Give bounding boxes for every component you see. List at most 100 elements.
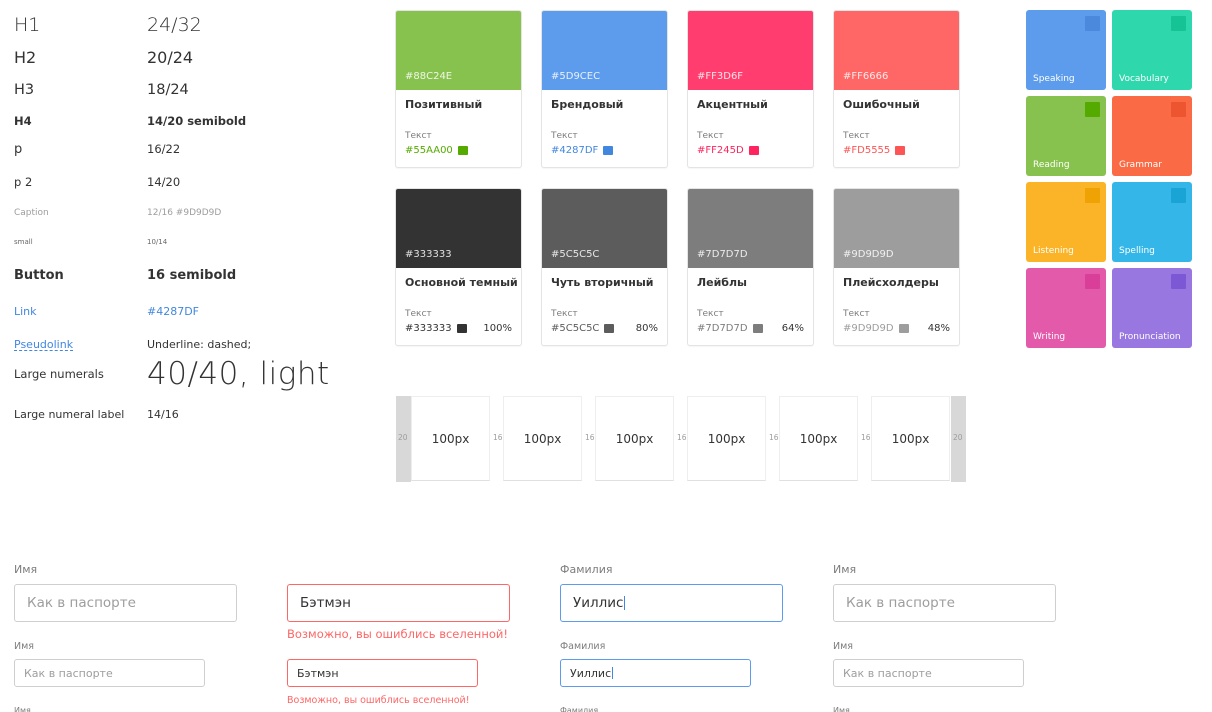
color-card: #7D7D7D Лейблы Текст #7D7D7D 64% [687, 188, 814, 346]
link-sample[interactable]: Link [14, 305, 147, 318]
surname-input-focused-large[interactable]: Уиллис [560, 584, 783, 622]
name-input-empty-small-2[interactable]: Как в паспорте [833, 659, 1024, 687]
color-name: Лейблы [697, 276, 747, 289]
text-color-value: #4287DF [551, 145, 614, 156]
color-card: #88C24E Позитивный Текст #55AA00 [395, 10, 522, 168]
typo-row-h1: H1 24/32 [14, 14, 344, 36]
text-label: Текст [405, 309, 432, 319]
field-label-surname: Фамилия [560, 641, 606, 652]
gap-value: 16 [861, 433, 871, 442]
placeholder-text: Как в паспорте [24, 666, 113, 680]
typo-value: 14/20 [147, 175, 181, 189]
text-hex: #5C5C5C [551, 323, 600, 334]
typo-row-p: p 16/22 [14, 142, 344, 157]
spacing-box: 100px [411, 396, 490, 481]
typo-value: 16/22 [147, 142, 181, 156]
input-value: Уиллис [573, 595, 624, 611]
color-card: #9D9D9D Плейсхолдеры Текст #9D9D9D 48% [833, 188, 960, 346]
field-label-surname: Фамилия [560, 563, 613, 576]
typo-label: Large numerals [14, 367, 104, 381]
gap-value: 16 [769, 433, 779, 442]
swatch-hex: #88C24E [405, 71, 453, 82]
color-card: #333333 Основной темный Текст #333333 100% [395, 188, 522, 346]
typo-label: p 2 [14, 175, 33, 189]
name-input-empty-large[interactable]: Как в паспорте [14, 584, 237, 622]
category-tile-vocabulary[interactable]: Vocabulary [1112, 10, 1192, 90]
typo-row-large-numerals: Large numerals 40/40, light [14, 356, 344, 392]
text-color-value: #FD5555 [843, 145, 906, 156]
typo-value: 14/16 [147, 408, 179, 421]
text-color-value: #333333 [405, 323, 467, 334]
tile-name: Spelling [1119, 246, 1155, 256]
text-color-value: #7D7D7D [697, 323, 763, 334]
spacing-box: 100px [503, 396, 582, 481]
color-card: #5C5C5C Чуть вторичный Текст #5C5C5C 80% [541, 188, 668, 346]
typo-value: 40/40, light [147, 356, 330, 392]
color-chip-icon [748, 146, 759, 155]
category-tile-grammar[interactable]: Grammar [1112, 96, 1192, 176]
typo-row-pseudolink: Pseudolink Underline: dashed; [14, 338, 344, 351]
typo-row-h3: H3 18/24 [14, 82, 344, 98]
opacity-percent: 80% [635, 323, 658, 334]
typo-label: Large numeral label [14, 408, 125, 421]
field-label-name: Имя [833, 641, 853, 652]
color-chip-icon [898, 324, 909, 333]
typo-label: H1 [14, 14, 41, 36]
category-tile-speaking[interactable]: Speaking [1026, 10, 1106, 90]
typo-label: Caption [14, 208, 49, 218]
color-name: Чуть вторичный [551, 276, 654, 289]
name-input-error-small[interactable]: Бэтмэн [287, 659, 478, 687]
opacity-percent: 100% [483, 323, 512, 334]
typo-value: 20/24 [147, 48, 194, 67]
typo-row-p2: p 2 14/20 [14, 175, 344, 189]
text-hex: #FF245D [697, 145, 744, 156]
field-label-name: Имя [14, 706, 31, 712]
typo-label: p [14, 142, 23, 157]
tile-name: Writing [1033, 332, 1066, 342]
tile-name: Grammar [1119, 160, 1162, 170]
typo-row-caption: Caption 12/16 #9D9D9D [14, 208, 344, 218]
color-name: Брендовый [551, 98, 624, 111]
text-hex: #55AA00 [405, 145, 453, 156]
padding-value: 20 [398, 433, 408, 442]
category-tile-pronunciation[interactable]: Pronunciation [1112, 268, 1192, 348]
category-tile-writing[interactable]: Writing [1026, 268, 1106, 348]
text-hex: #7D7D7D [697, 323, 748, 334]
text-label: Текст [697, 131, 724, 141]
text-label: Текст [697, 309, 724, 319]
category-tile-reading[interactable]: Reading [1026, 96, 1106, 176]
text-color-value: #FF245D [697, 145, 759, 156]
typo-value: 10/14 [147, 238, 168, 246]
field-label-name: Имя [14, 641, 34, 652]
pseudolink-sample[interactable]: Pseudolink [14, 338, 147, 351]
color-name: Основной темный [405, 276, 518, 289]
name-input-error-large[interactable]: Бэтмэн [287, 584, 510, 622]
typo-label: H4 [14, 114, 32, 128]
typo-label: Button [14, 268, 64, 283]
swatch-hex: #FF3D6F [697, 71, 744, 82]
text-caret [624, 595, 626, 611]
color-swatch: #FF3D6F [688, 11, 813, 90]
opacity-percent: 64% [781, 323, 804, 334]
surname-input-focused-small[interactable]: Уиллис [560, 659, 751, 687]
color-swatch: #9D9D9D [834, 189, 959, 268]
typo-value: 18/24 [147, 82, 189, 98]
tile-name: Pronunciation [1119, 332, 1181, 342]
tile-badge-icon [1085, 274, 1100, 289]
name-input-empty-large-2[interactable]: Как в паспорте [833, 584, 1056, 622]
tile-badge-icon [1085, 188, 1100, 203]
typo-row-button: Button 16 semibold [14, 268, 344, 283]
category-tile-listening[interactable]: Listening [1026, 182, 1106, 262]
category-tile-spelling[interactable]: Spelling [1112, 182, 1192, 262]
typo-value: Underline: dashed; [147, 338, 252, 351]
text-color-value: #55AA00 [405, 145, 468, 156]
placeholder-text: Как в паспорте [846, 595, 955, 611]
input-value: Бэтмэн [300, 595, 351, 611]
swatch-hex: #9D9D9D [843, 249, 894, 260]
placeholder-text: Как в паспорте [27, 595, 136, 611]
color-chip-icon [604, 324, 615, 333]
field-label-name: Имя [14, 563, 38, 576]
color-swatch: #5D9CEC [542, 11, 667, 90]
color-chip-icon [603, 146, 614, 155]
name-input-empty-small[interactable]: Как в паспорте [14, 659, 205, 687]
